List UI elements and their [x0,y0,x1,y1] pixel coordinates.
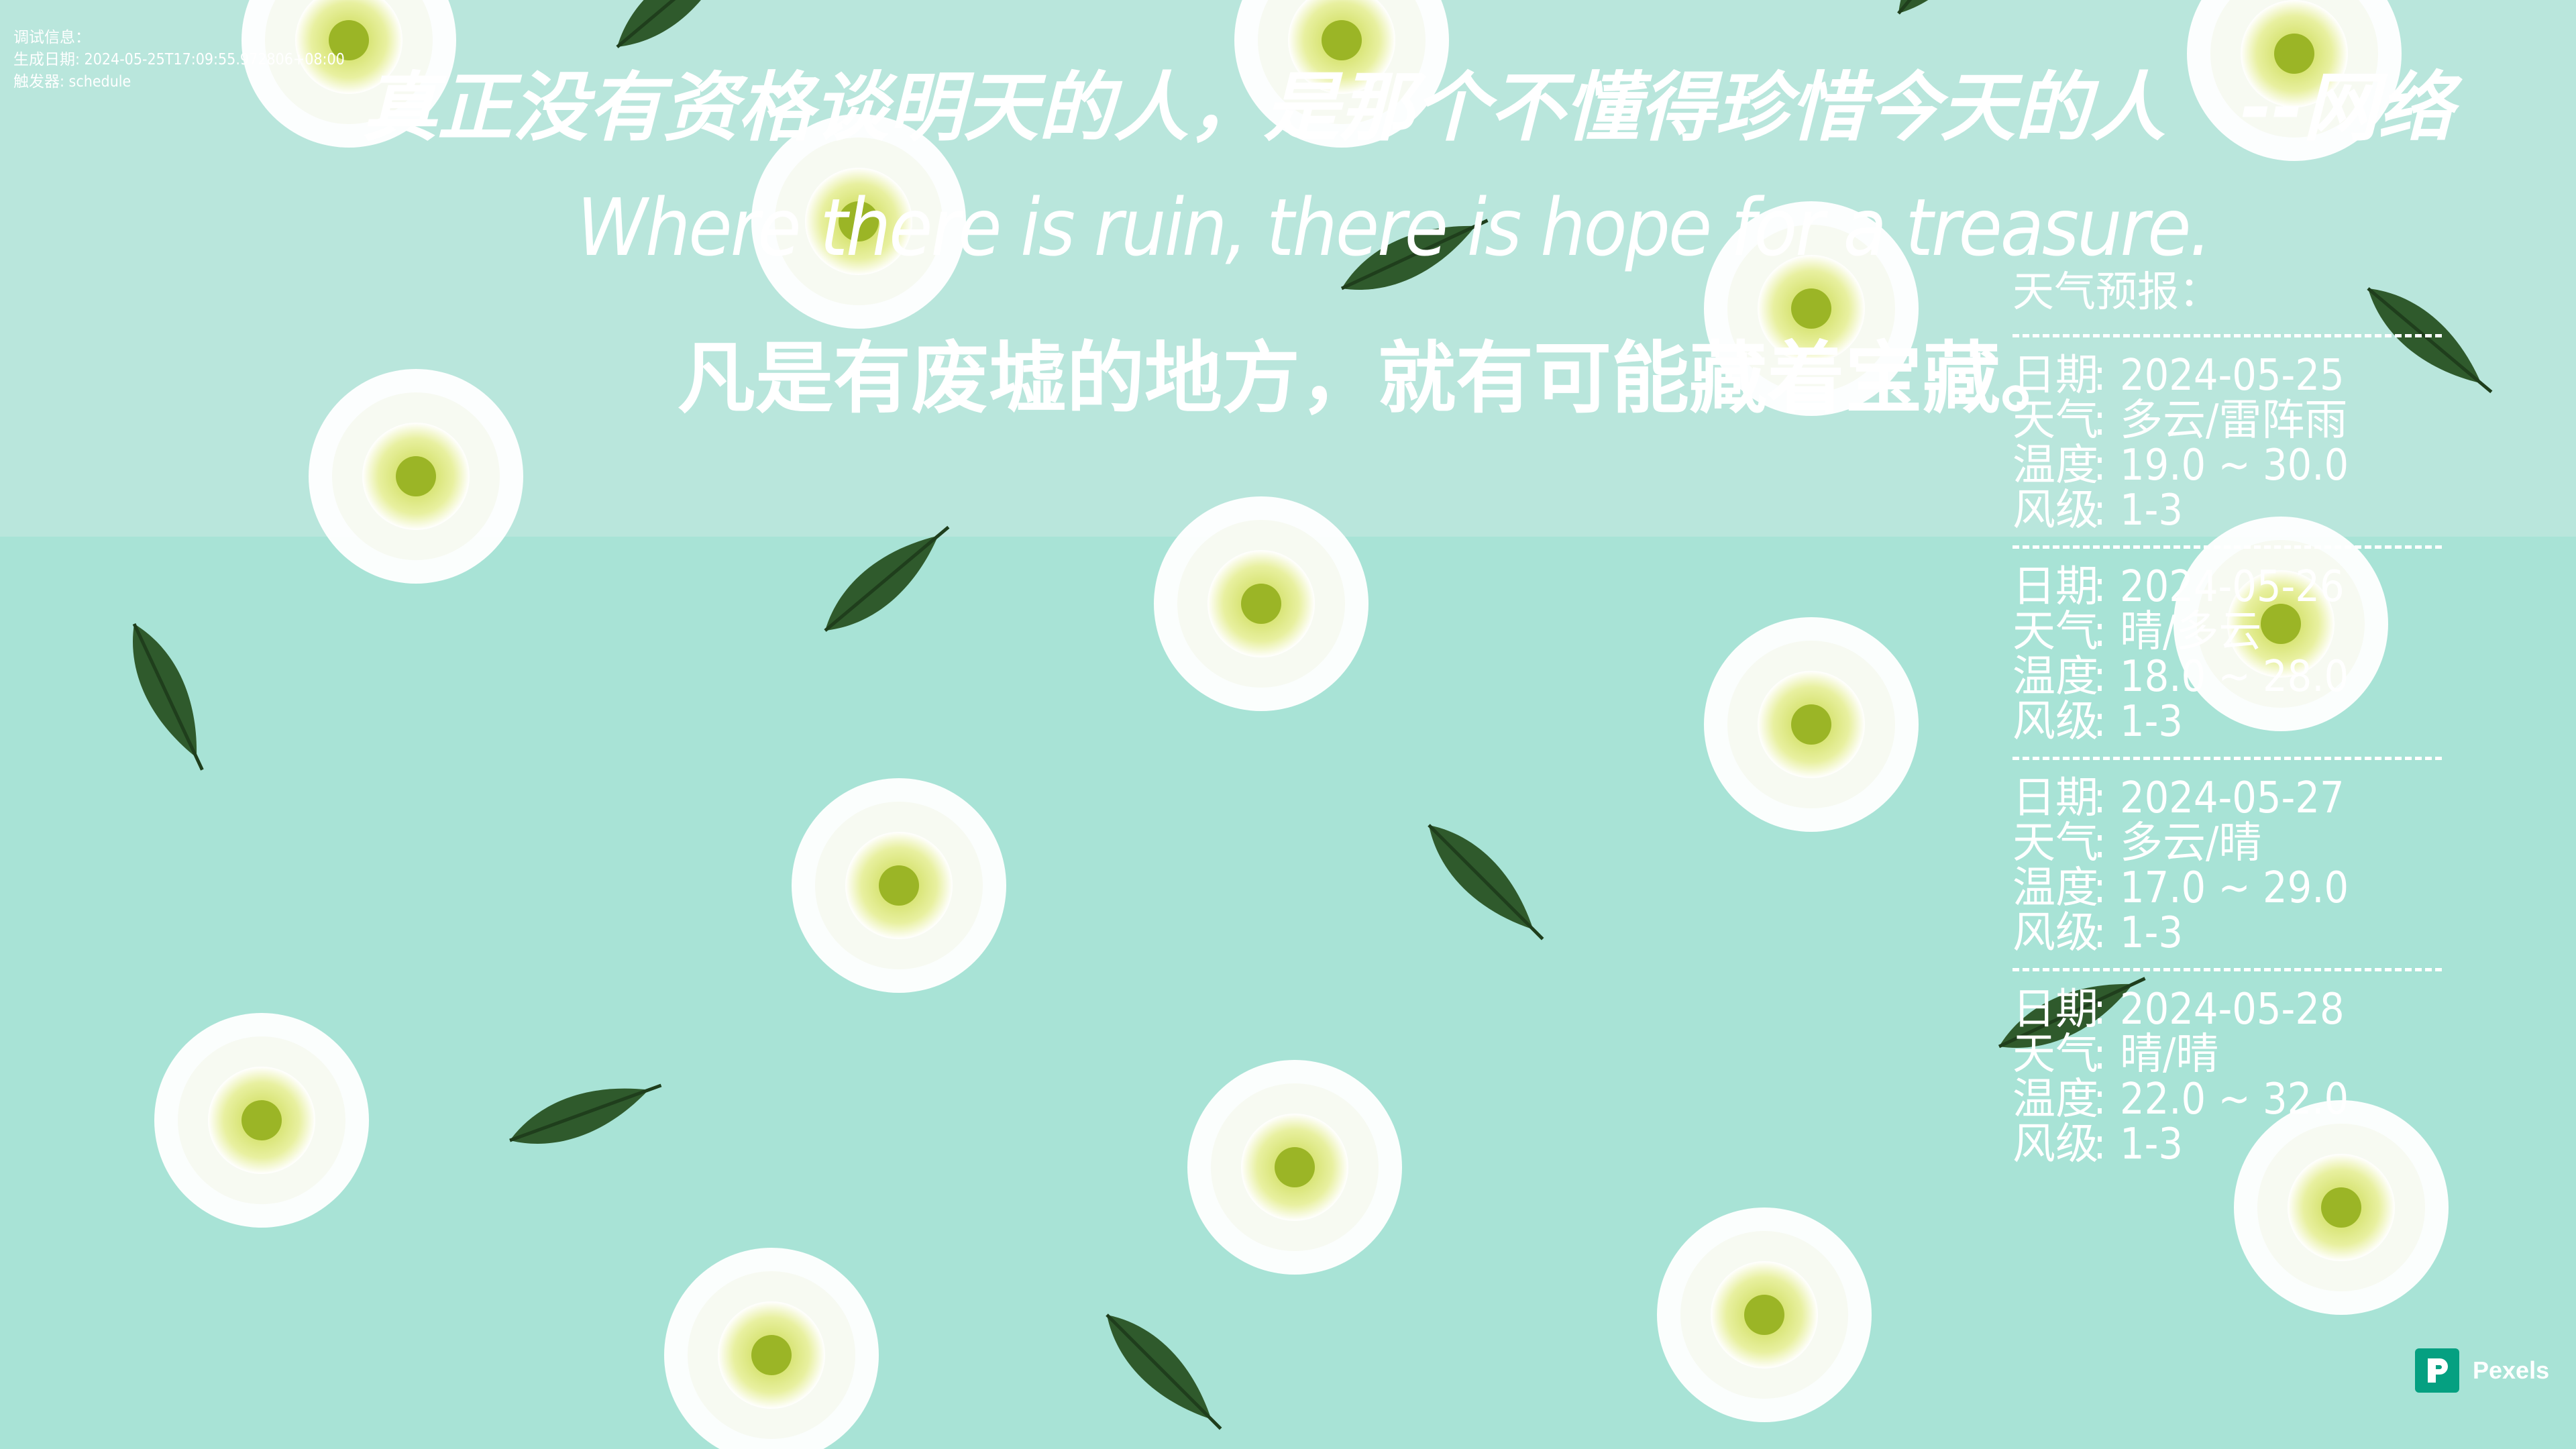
forecast-temp-label: 温度 [2012,863,2098,913]
forecast-colon: : [2093,1120,2106,1169]
forecast-colon: : [2093,396,2106,445]
forecast-date-value: 2024-05-27 [2120,773,2345,823]
quote-translation: 凡是有废墟的地方，就有可能藏着宝藏。 [678,333,2078,424]
forecast-weather-value: 晴/晴 [2120,1030,2219,1079]
forecast-temp-row: 温度: 17.0 ~ 29.0 [2012,866,2442,911]
forecast-date-row: 日期: 2024-05-28 [2012,987,2442,1032]
forecast-colon: : [2093,697,2106,747]
forecast-wind-value: 1-3 [2120,486,2184,535]
forecast-wind-label: 风级 [2012,908,2098,958]
forecast-colon: : [2093,818,2106,868]
forecast-wind-label: 风级 [2012,1120,2098,1169]
forecast-colon: : [2093,773,2106,823]
forecast-date-value: 2024-05-28 [2120,985,2345,1034]
pexels-label: Pexels [2473,1356,2550,1384]
forecast-divider [2012,545,2442,551]
forecast-weather-value: 多云/晴 [2120,818,2262,868]
forecast-divider [2012,968,2442,974]
pexels-badge[interactable]: Pexels [2415,1348,2549,1393]
forecast-wind-value: 1-3 [2120,1120,2184,1169]
forecast-date-value: 2024-05-25 [2120,351,2345,400]
forecast-temp-label: 温度 [2012,1075,2098,1124]
forecast-day: 日期: 2024-05-27 天气: 多云/晴 温度: 17.0 ~ 29.0 风级: 1-3 [2012,776,2442,956]
forecast-wind-value: 1-3 [2120,697,2184,747]
quote-chinese: 真正没有资格谈明天的人，是那个不懂得珍惜今天的人 --网络 [362,64,2453,152]
forecast-weather-row: 天气: 晴/多云 [2012,610,2442,655]
forecast-wind-row: 风级: 1-3 [2012,700,2442,745]
forecast-colon: : [2093,562,2106,612]
debug-generated-date: 生成日期: 2024-05-25T17:09:55.972806+08:00 [13,51,345,68]
weather-title: 天气预报： [2012,267,2221,316]
forecast-weather-label: 天气 [2012,818,2098,868]
forecast-day: 日期: 2024-05-25 天气: 多云/雷阵雨 温度: 19.0 ~ 30.0 风级: 1… [2012,354,2442,533]
forecast-weather-value: 多云/雷阵雨 [2120,396,2348,445]
forecast-day: 日期: 2024-05-26 天气: 晴/多云 温度: 18.0 ~ 28.0 风级: 1-3 [2012,565,2442,745]
forecast-wind-row: 风级: 1-3 [2012,911,2442,956]
forecast-date-row: 日期: 2024-05-27 [2012,776,2442,821]
forecast-temp-row: 温度: 18.0 ~ 28.0 [2012,655,2442,700]
forecast-colon: : [2093,1030,2106,1079]
forecast-colon: : [2093,985,2106,1034]
forecast-temp-label: 温度 [2012,441,2098,490]
forecast-wind-label: 风级 [2012,697,2098,747]
forecast-divider [2012,757,2442,763]
forecast-day: 日期: 2024-05-28 天气: 晴/晴 温度: 22.0 ~ 32.0 风级: 1-3 [2012,987,2442,1167]
forecast-temp-row: 温度: 22.0 ~ 32.0 [2012,1077,2442,1122]
forecast-date-label: 日期 [2012,351,2098,400]
pexels-logo-icon [2415,1348,2459,1393]
forecast-date-label: 日期 [2012,773,2098,823]
forecast-wind-row: 风级: 1-3 [2012,488,2442,533]
forecast-colon: : [2093,607,2106,657]
forecast-colon: : [2093,863,2106,913]
debug-trigger: 触发器: schedule [13,73,131,91]
forecast-wind-value: 1-3 [2120,908,2184,958]
forecast-weather-row: 天气: 晴/晴 [2012,1032,2442,1077]
forecast-wind-row: 风级: 1-3 [2012,1122,2442,1167]
forecast-weather-value: 晴/多云 [2120,607,2262,657]
forecast-date-label: 日期 [2012,562,2098,612]
forecast-date-label: 日期 [2012,985,2098,1034]
forecast-temp-value: 17.0 ~ 29.0 [2120,863,2349,913]
forecast-weather-label: 天气 [2012,1030,2098,1079]
forecast-temp-value: 18.0 ~ 28.0 [2120,652,2349,702]
forecast-weather-label: 天气 [2012,607,2098,657]
debug-heading: 调试信息： [13,29,91,46]
forecast-colon: : [2093,1075,2106,1124]
debug-info: 调试信息： 生成日期: 2024-05-25T17:09:55.972806+0… [13,27,345,93]
forecast-temp-value: 22.0 ~ 32.0 [2120,1075,2349,1124]
forecast-weather-label: 天气 [2012,396,2098,445]
forecast-colon: : [2093,486,2106,535]
forecast-colon: : [2093,441,2106,490]
forecast-date-value: 2024-05-26 [2120,562,2345,612]
forecast-temp-label: 温度 [2012,652,2098,702]
forecast-date-row: 日期: 2024-05-25 [2012,354,2442,398]
forecast-divider [2012,334,2442,340]
forecast-weather-row: 天气: 多云/晴 [2012,821,2442,866]
weather-forecast-panel: 天气预报： 日期: 2024-05-25 天气: 多云/雷阵雨 温度: 19.0 ~ 30… [2012,262,2442,1167]
forecast-wind-label: 风级 [2012,486,2098,535]
quote-english: Where there is ruin, there is hope for a… [577,181,2212,274]
forecast-weather-row: 天气: 多云/雷阵雨 [2012,398,2442,443]
forecast-date-row: 日期: 2024-05-26 [2012,565,2442,610]
forecast-colon: : [2093,652,2106,702]
forecast-temp-value: 19.0 ~ 30.0 [2120,441,2349,490]
forecast-colon: : [2093,908,2106,958]
forecast-colon: : [2093,351,2106,400]
forecast-temp-row: 温度: 19.0 ~ 30.0 [2012,443,2442,488]
